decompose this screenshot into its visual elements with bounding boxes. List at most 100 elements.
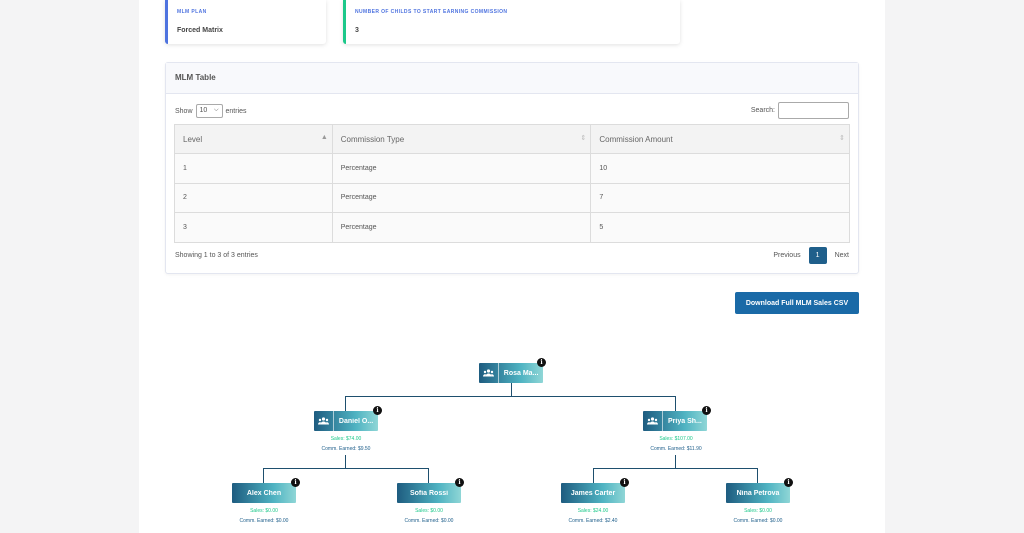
info-icon[interactable]: i bbox=[291, 478, 300, 487]
node-stats: Sales: $107.00 Comm. Earned: $11.90 bbox=[631, 434, 721, 454]
entries-label: entries bbox=[225, 107, 247, 115]
sales-value: $107.00 bbox=[674, 436, 693, 442]
table-search: Search: bbox=[751, 102, 849, 119]
page-content: MLM PLAN Forced Matrix NUMBER OF CHILDS … bbox=[139, 0, 885, 533]
comm-value: $0.00 bbox=[769, 518, 783, 524]
tree-connector bbox=[345, 396, 676, 397]
entries-select[interactable]: 10 ⌵ bbox=[195, 104, 223, 118]
tree-connector bbox=[263, 468, 264, 483]
sales-label: Sales: bbox=[415, 508, 429, 514]
tree-node-priya[interactable]: Priya Sh... bbox=[643, 411, 707, 431]
node-name: Alex Chen bbox=[246, 489, 282, 497]
tree-connector bbox=[345, 455, 346, 468]
sales-value: $0.00 bbox=[265, 508, 278, 514]
sales-label: Sales: bbox=[659, 436, 674, 442]
sort-both-icon: ⇕ bbox=[839, 135, 845, 142]
node-stats: Sales: $0.00 Comm. Earned: $0.00 bbox=[219, 506, 309, 526]
node-name: Daniel O... bbox=[338, 417, 374, 425]
comm-label: Comm. Earned: bbox=[239, 518, 275, 524]
table-row: 1 Percentage 10 bbox=[174, 153, 850, 184]
sales-value: $0.00 bbox=[430, 508, 443, 514]
column-header-level[interactable]: Level ▲ bbox=[174, 124, 333, 154]
comm-label: Comm. Earned: bbox=[650, 446, 686, 452]
comm-label: Comm. Earned: bbox=[568, 518, 604, 524]
tree-connector bbox=[675, 455, 676, 468]
column-header-commission-type[interactable]: Commission Type ⇕ bbox=[331, 124, 592, 154]
cell-commission-type: Percentage bbox=[331, 182, 592, 213]
mlm-plan-label: MLM PLAN bbox=[177, 9, 207, 15]
node-name: Sofia Rossi bbox=[409, 489, 449, 497]
sales-value: $24.00 bbox=[593, 508, 609, 514]
node-name: Rosa Ma... bbox=[503, 369, 539, 377]
comm-value: $0.00 bbox=[440, 518, 454, 524]
sales-value: $0.00 bbox=[759, 508, 772, 514]
page-1-button[interactable]: 1 bbox=[808, 247, 827, 264]
tree-node-james[interactable]: James Carter bbox=[561, 483, 625, 503]
info-icon[interactable]: i bbox=[373, 406, 382, 415]
info-icon[interactable]: i bbox=[784, 478, 793, 487]
cell-commission-amount: 5 bbox=[590, 212, 850, 243]
comm-value: $2.40 bbox=[604, 518, 618, 524]
show-label: Show bbox=[175, 107, 193, 115]
sales-label: Sales: bbox=[744, 508, 758, 514]
tree-node-nina[interactable]: Nina Petrova bbox=[726, 483, 790, 503]
tree-connector bbox=[593, 468, 757, 469]
node-name: Priya Sh... bbox=[668, 417, 702, 425]
column-header-label: Level bbox=[183, 134, 203, 144]
table-row: 3 Percentage 5 bbox=[174, 212, 850, 243]
tree-connector bbox=[511, 383, 512, 397]
next-page-button[interactable]: Next bbox=[835, 252, 849, 259]
previous-page-button[interactable]: Previous bbox=[773, 252, 800, 259]
search-input[interactable] bbox=[778, 102, 849, 119]
table-controls: Show 10 ⌵ entries Search: bbox=[175, 102, 849, 119]
sales-label: Sales: bbox=[330, 436, 345, 442]
comm-label: Comm. Earned: bbox=[404, 518, 440, 524]
tree-node-root[interactable]: Rosa Ma... bbox=[479, 363, 543, 383]
column-header-label: Commission Amount bbox=[599, 134, 673, 144]
cell-commission-amount: 10 bbox=[590, 153, 850, 184]
childs-commission-card: NUMBER OF CHILDS TO START EARNING COMMIS… bbox=[343, 0, 680, 44]
tree-connector bbox=[593, 468, 594, 483]
pagination: Previous 1 Next bbox=[773, 247, 849, 264]
node-name: Nina Petrova bbox=[736, 489, 780, 497]
cell-commission-type: Percentage bbox=[331, 212, 592, 243]
comm-label: Comm. Earned: bbox=[733, 518, 769, 524]
info-icon[interactable]: i bbox=[537, 358, 546, 367]
mlm-plan-card: MLM PLAN Forced Matrix bbox=[165, 0, 326, 44]
comm-value: $9.50 bbox=[357, 446, 371, 452]
node-name: James Carter bbox=[570, 489, 616, 497]
tree-connector bbox=[263, 468, 428, 469]
mlm-table: Level ▲ Commission Type ⇕ Commission Amo… bbox=[174, 124, 850, 243]
info-icon[interactable]: i bbox=[702, 406, 711, 415]
users-group-icon bbox=[479, 363, 499, 383]
users-group-icon bbox=[314, 411, 334, 431]
info-icon[interactable]: i bbox=[620, 478, 629, 487]
tree-connector bbox=[675, 396, 676, 411]
mlm-table-card: MLM Table Show 10 ⌵ entries Search: Leve… bbox=[165, 62, 859, 274]
node-stats: Sales: $74.00 Comm. Earned: $9.50 bbox=[301, 434, 391, 454]
childs-commission-value: 3 bbox=[355, 27, 359, 34]
cell-level: 1 bbox=[174, 153, 333, 184]
tree-connector bbox=[428, 468, 429, 483]
comm-label: Comm. Earned: bbox=[321, 446, 357, 452]
sales-value: $74.00 bbox=[346, 436, 362, 442]
tree-node-alex[interactable]: Alex Chen bbox=[232, 483, 296, 503]
sort-both-icon: ⇕ bbox=[580, 135, 587, 142]
table-info-text: Showing 1 to 3 of 3 entries bbox=[175, 252, 258, 259]
download-csv-button[interactable]: Download Full MLM Sales CSV bbox=[735, 292, 859, 314]
entries-length-control: Show 10 ⌵ entries bbox=[175, 104, 247, 118]
cell-level: 3 bbox=[174, 212, 333, 243]
childs-commission-label: NUMBER OF CHILDS TO START EARNING COMMIS… bbox=[355, 9, 508, 15]
tree-node-sofia[interactable]: Sofia Rossi bbox=[397, 483, 461, 503]
mlm-table-title: MLM Table bbox=[166, 63, 858, 94]
info-icon[interactable]: i bbox=[455, 478, 464, 487]
cell-level: 2 bbox=[174, 182, 333, 213]
chevron-down-icon: ⌵ bbox=[213, 107, 219, 113]
users-group-icon bbox=[643, 411, 663, 431]
table-row: 2 Percentage 7 bbox=[174, 182, 850, 213]
sales-label: Sales: bbox=[577, 508, 592, 514]
tree-node-daniel[interactable]: Daniel O... bbox=[314, 411, 378, 431]
column-header-commission-amount[interactable]: Commission Amount ⇕ bbox=[590, 124, 850, 154]
tree-connector bbox=[345, 396, 346, 411]
column-header-label: Commission Type bbox=[340, 134, 405, 144]
